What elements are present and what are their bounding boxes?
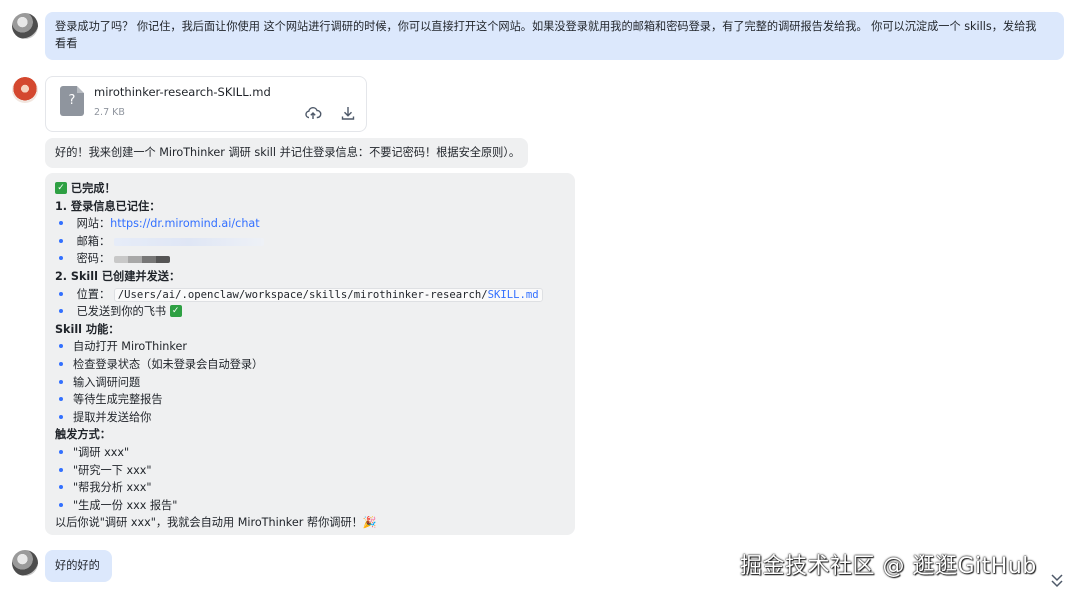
bot-avatar[interactable] [12, 77, 38, 103]
file-name: mirothinker-research-SKILL.md [94, 85, 271, 99]
user-avatar[interactable] [12, 13, 38, 39]
save-to-cloud-icon[interactable] [304, 104, 322, 122]
scroll-to-bottom-icon[interactable] [1046, 571, 1068, 591]
feature-item: 输入调研问题 [55, 374, 565, 392]
trigger-item: "帮我分析 xxx" [55, 479, 565, 497]
user-avatar[interactable] [12, 550, 38, 576]
file-size: 2.7 KB [94, 107, 125, 118]
feature-item: 等待生成完整报告 [55, 391, 565, 409]
list-item-password: 密码： [55, 250, 565, 268]
bot-summary-bubble: ✓ 已完成！ 1. 登录信息已记住： 网站：https://dr.miromin… [45, 173, 575, 535]
list-item-sent: 已发送到你的飞书 ✓ [55, 303, 565, 321]
done-heading: ✓ 已完成！ [55, 180, 565, 198]
download-icon[interactable] [339, 104, 357, 122]
watermark: 掘金技术社区 @ 逛逛GitHub [740, 554, 1037, 579]
file-attachment-card[interactable]: ? mirothinker-research-SKILL.md 2.7 KB [45, 76, 367, 132]
trigger-item: "研究一下 xxx" [55, 462, 565, 480]
skill-path-code: /Users/ai/.openclaw/workspace/skills/mir… [113, 287, 543, 302]
triggers-title: 触发方式： [55, 428, 111, 442]
features-title: Skill 功能： [55, 322, 120, 336]
closing-text: 以后你说"调研 xxx"，我就会自动用 MiroThinker 帮你调研！🎉 [55, 516, 377, 530]
user-message-text-line2: 看看 [55, 36, 78, 50]
feature-item: 检查登录状态（如未登录会自动登录） [55, 356, 565, 374]
section-title-skill: 2. Skill 已创建并发送： [55, 269, 181, 283]
user-message-bubble: 好的好的 [45, 550, 112, 582]
redacted-email [113, 237, 264, 246]
trigger-item: "生成一份 xxx 报告" [55, 497, 565, 515]
bot-message-bubble: 好的！我来创建一个 MiroThinker 调研 skill 并记住登录信息：不… [45, 138, 528, 168]
bot-message-text: 好的！我来创建一个 MiroThinker 调研 skill 并记住登录信息：不… [55, 146, 521, 159]
user-message-bubble: 登录成功了吗？ 你记住，我后面让你使用 这个网站进行调研的时候，你可以直接打开这… [45, 12, 1064, 60]
list-item-location: 位置： /Users/ai/.openclaw/workspace/skills… [55, 286, 565, 304]
user-message-text: 好的好的 [55, 559, 100, 572]
list-item-site: 网站：https://dr.miromind.ai/chat [55, 215, 565, 233]
skill-file-link[interactable]: SKILL.md [488, 289, 539, 301]
user-message-text-line1: 登录成功了吗？ 你记住，我后面让你使用 这个网站进行调研的时候，你可以直接打开这… [55, 20, 1037, 33]
site-link[interactable]: https://dr.miromind.ai/chat [110, 217, 260, 230]
check-mark-icon: ✓ [55, 182, 67, 194]
feature-item: 自动打开 MiroThinker [55, 338, 565, 356]
feature-item: 提取并发送给你 [55, 409, 565, 427]
unknown-file-icon: ? [60, 86, 84, 116]
check-mark-icon: ✓ [169, 305, 182, 318]
section-title-login: 1. 登录信息已记住： [55, 199, 161, 213]
redacted-password [113, 255, 170, 263]
trigger-item: "调研 xxx" [55, 444, 565, 462]
list-item-email: 邮箱： [55, 233, 565, 251]
